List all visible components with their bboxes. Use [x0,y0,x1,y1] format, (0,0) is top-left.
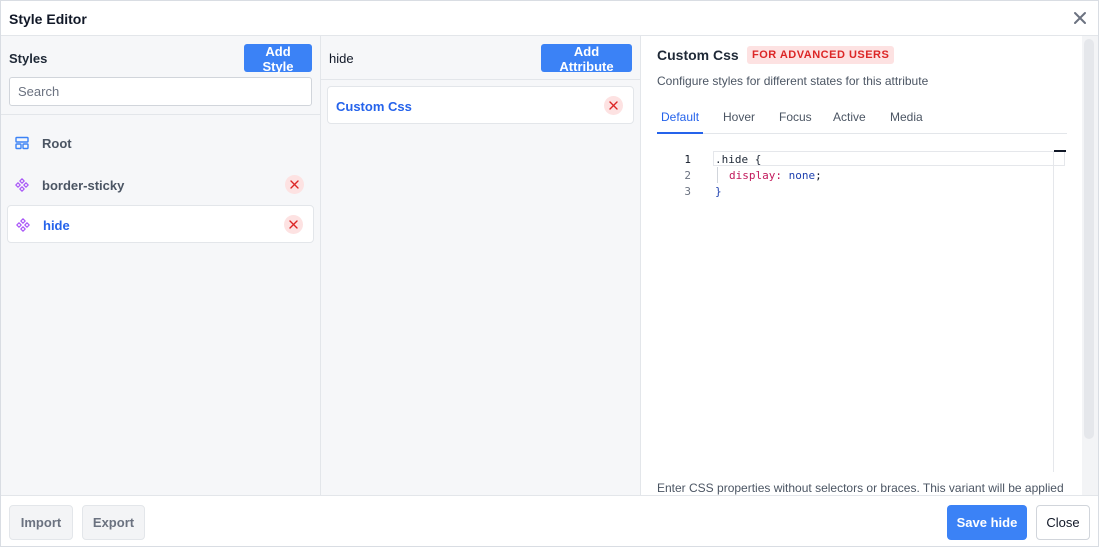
style-item-label: Root [42,136,72,151]
close-icon [289,220,298,229]
active-tab-indicator [657,132,703,134]
code-line: display: none; [729,169,822,182]
component-icon [16,218,30,232]
editor-panel: Custom Css FOR ADVANCED USERS Configure … [641,36,1098,495]
remove-attribute-button[interactable] [604,96,623,115]
import-button[interactable]: Import [9,505,73,540]
line-number: 3 [684,185,691,198]
attribute-item-label: Custom Css [336,99,412,114]
code-property: display: [729,169,782,182]
attributes-panel-header: hide Add Attribute [321,36,640,80]
remove-style-button[interactable] [284,215,303,234]
close-icon[interactable] [1072,10,1088,26]
add-style-button[interactable]: Add Style [244,44,312,74]
code-line: } [715,185,722,198]
code-editor[interactable]: 1 2 3 .hide { display: none; } [657,150,1067,472]
tab-default[interactable]: Default [661,110,699,124]
style-item-label: border-sticky [42,178,125,193]
minimap-track [1053,152,1054,472]
style-item-border-sticky[interactable]: border-sticky [7,166,314,204]
line-number: 2 [684,169,691,182]
advanced-badge: FOR ADVANCED USERS [747,46,895,64]
style-item-hide[interactable]: hide [7,205,314,243]
modal-title: Style Editor [9,11,87,27]
code-semicolon: ; [815,169,822,182]
tab-hover[interactable]: Hover [723,110,755,124]
state-tabs: Default Hover Focus Active Media [657,102,1067,134]
close-icon [609,101,618,110]
scrollbar-thumb[interactable] [1084,39,1094,439]
style-item-root[interactable]: Root [7,124,314,162]
tab-media[interactable]: Media [890,110,923,124]
tab-active[interactable]: Active [833,110,866,124]
component-icon [15,178,29,192]
search-input[interactable] [9,77,312,106]
attributes-panel: hide Add Attribute Custom Css [321,36,641,495]
code-line: .hide { [715,153,761,166]
styles-panel-header: Styles Add Style [1,36,320,80]
attributes-panel-title: hide [329,51,354,66]
layout-grid-icon [15,136,29,150]
export-button[interactable]: Export [82,505,145,540]
close-button[interactable]: Close [1036,505,1090,540]
line-number: 1 [684,153,691,166]
add-attribute-button[interactable]: Add Attribute [541,44,632,74]
modal-header: Style Editor [1,1,1098,36]
save-button[interactable]: Save hide [947,505,1027,540]
style-item-label: hide [43,218,70,233]
divider [1,114,320,115]
tab-focus[interactable]: Focus [779,110,812,124]
code-selector: .hide { [715,153,762,166]
indent-guide [717,167,718,183]
code-brace: } [715,185,722,198]
styles-panel-title: Styles [9,51,48,66]
minimap-marker [1054,150,1066,152]
editor-description: Configure styles for different states fo… [657,74,929,88]
editor-title: Custom Css [657,47,739,63]
attribute-item-custom-css[interactable]: Custom Css [327,86,634,124]
current-line-highlight [713,151,1065,166]
code-value: none [788,169,816,182]
styles-panel: Styles Add Style Root border-sticky [1,36,321,495]
style-editor-modal: Style Editor Styles Add Style Root borde… [0,0,1099,547]
close-icon [290,180,299,189]
help-text: Enter CSS properties without selectors o… [657,481,1064,495]
modal-footer: Import Export Save hide Close [1,495,1098,546]
remove-style-button[interactable] [285,175,304,194]
